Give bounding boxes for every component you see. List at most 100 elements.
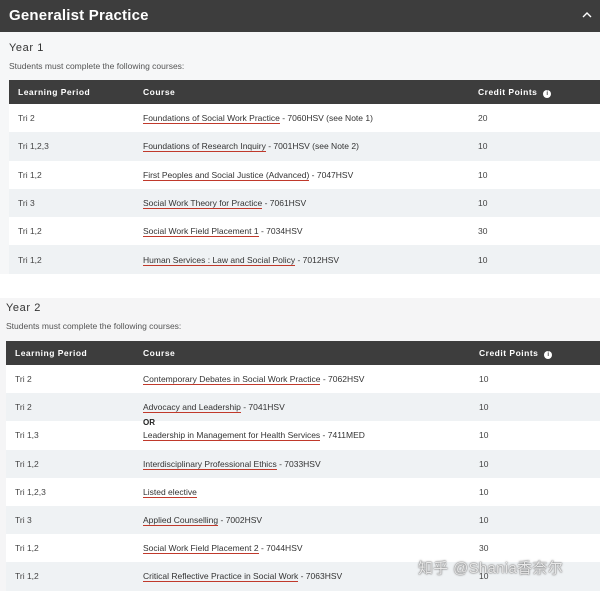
credit-points-cell: 10 [468, 365, 600, 394]
course-name: First Peoples and Social Justice (Advanc… [143, 169, 310, 181]
credit-points-cell: 10 [468, 477, 600, 506]
course-link[interactable]: First Peoples and Social Justice (Advanc… [143, 169, 354, 181]
course-link[interactable]: Social Work Field Placement 2 - 7044HSV [143, 543, 303, 555]
header-course: Course [135, 80, 470, 104]
course-cell: Leadership in Management for Health Serv… [132, 421, 468, 450]
course-code: - 7062HSV [320, 374, 365, 385]
course-cell: Interdisciplinary Professional Ethics - … [132, 449, 468, 478]
table-header-row: Learning Period Course Credit Points i [9, 80, 600, 104]
course-code: - 7041HSV [240, 402, 285, 413]
table-header-row: Learning Period Course Credit Points i [6, 341, 600, 365]
learning-period-cell: Tri 2 [9, 104, 135, 133]
course-cell: Contemporary Debates in Social Work Prac… [132, 365, 468, 394]
course-cell: Listed elective [132, 477, 468, 506]
table-row: Tri 2 Contemporary Debates in Social Work… [6, 365, 600, 394]
course-name: Social Work Theory for Practice [143, 198, 263, 210]
year-2-intro: Students must complete the following cou… [6, 321, 182, 331]
course-link[interactable]: Applied Counselling - 7002HSV [143, 515, 263, 527]
or-separator: OR [143, 418, 155, 427]
course-link[interactable]: Listed elective [143, 486, 197, 498]
learning-period-cell: Tri 1,2 [9, 160, 135, 189]
table-row: Tri 2 Foundations of Social Work Practice… [9, 104, 600, 133]
course-cell: Social Work Theory for Practice - 7061HS… [135, 188, 470, 218]
course-code: - 7063HSV [298, 571, 343, 582]
credit-points-cell: 10 [470, 132, 600, 161]
table-row: Tri 1,2 Social Work Field Placement 1 - 7… [9, 217, 600, 246]
learning-period-cell: Tri 2 [6, 393, 132, 422]
course-name: Advocacy and Leadership [143, 402, 241, 414]
learning-period-cell: Tri 2 [6, 365, 132, 394]
year-1-title: Year 1 [9, 42, 44, 54]
course-name: Social Work Field Placement 2 [143, 543, 259, 555]
learning-period-cell: Tri 1,2 [6, 534, 132, 563]
learning-period-cell: Tri 3 [9, 188, 135, 218]
chevron-up-icon[interactable] [582, 10, 592, 20]
accordion-header[interactable]: Generalist Practice [0, 0, 600, 32]
learning-period-cell: Tri 1,2,3 [9, 132, 135, 161]
credit-points-cell: 10 [468, 449, 600, 478]
course-name: Leadership in Management for Health Serv… [143, 430, 321, 442]
header-credit-points: Credit Points i [470, 80, 600, 104]
course-code: - 7033HSV [276, 458, 321, 469]
table-row: Tri 1,2 First Peoples and Social Justice … [9, 160, 600, 189]
course-link[interactable]: Social Work Field Placement 1 - 7034HSV [143, 226, 303, 238]
header-credit-points-label: Credit Points [479, 347, 539, 358]
course-cell: Foundations of Research Inquiry - 7001HS… [135, 132, 470, 161]
header-learning-period: Learning Period [6, 341, 132, 365]
year-1-intro: Students must complete the following cou… [9, 61, 185, 71]
course-cell: Social Work Field Placement 1 - 7034HSV [135, 217, 470, 246]
course-code: - 7411MED [320, 430, 365, 441]
learning-period-cell: Tri 1,2 [9, 245, 135, 274]
learning-period-cell: Tri 1,2 [9, 217, 135, 246]
course-name: Foundations of Research Inquiry [143, 141, 266, 153]
course-name: Foundations of Social Work Practice [143, 113, 280, 125]
course-link[interactable]: Critical Reflective Practice in Social W… [143, 571, 343, 583]
credit-points-cell: 20 [470, 104, 600, 133]
course-link[interactable]: Foundations of Social Work Practice - 70… [143, 113, 373, 125]
course-cell: Advocacy and Leadership - 7041HSV [132, 393, 468, 422]
course-code: - 7012HSV [295, 254, 340, 265]
header-credit-points: Credit Points i [468, 341, 600, 365]
course-code: - 7061HSV [262, 198, 307, 209]
credit-points-cell: 10 [470, 188, 600, 218]
year-1-course-table: Learning Period Course Credit Points i Tr… [9, 80, 600, 274]
learning-period-cell: Tri 1,2 [6, 562, 132, 591]
course-name: Social Work Field Placement 1 [143, 226, 259, 238]
course-name: Human Services : Law and Social Policy [143, 254, 296, 266]
course-cell: First Peoples and Social Justice (Advanc… [135, 160, 470, 189]
page-title: Generalist Practice [9, 7, 149, 24]
table-row: Tri 1,2 Human Services : Law and Social P… [9, 245, 600, 274]
course-name: Listed elective [143, 486, 197, 498]
course-code: - 7060HSV (see Note 1) [279, 113, 373, 124]
table-row: Tri 1,2,3 Listed elective 10 [6, 477, 600, 506]
watermark: 知乎 @Shania香奈尔 [418, 560, 564, 577]
course-name: Contemporary Debates in Social Work Prac… [143, 374, 321, 386]
course-link[interactable]: Foundations of Research Inquiry - 7001HS… [143, 141, 359, 153]
course-link[interactable]: Interdisciplinary Professional Ethics - … [143, 458, 321, 470]
course-link[interactable]: Contemporary Debates in Social Work Prac… [143, 374, 365, 386]
table-row: Tri 2 Advocacy and Leadership - 7041HSV 10 [6, 393, 600, 422]
course-link[interactable]: Social Work Theory for Practice - 7061HS… [143, 198, 307, 210]
table-row: Tri 3 Applied Counselling - 7002HSV 10 [6, 505, 600, 535]
table-row: Tri 1,3 Leadership in Management for Heal… [6, 421, 600, 450]
course-link[interactable]: Advocacy and Leadership - 7041HSV [143, 402, 285, 414]
learning-period-cell: Tri 1,3 [6, 421, 132, 450]
year-2-title: Year 2 [6, 302, 41, 314]
course-code: - 7002HSV [218, 515, 263, 526]
course-link[interactable]: Leadership in Management for Health Serv… [143, 430, 365, 442]
credit-points-cell: 30 [470, 217, 600, 246]
course-cell: Foundations of Social Work Practice - 70… [135, 104, 470, 133]
header-credit-points-label: Credit Points [478, 86, 538, 97]
course-code: - 7001HSV (see Note 2) [265, 141, 359, 152]
course-code: - 7047HSV [309, 169, 354, 180]
info-icon[interactable]: i [543, 89, 552, 98]
info-icon[interactable]: i [544, 350, 553, 359]
learning-period-cell: Tri 3 [6, 505, 132, 535]
learning-period-cell: Tri 1,2 [6, 449, 132, 478]
course-link[interactable]: Human Services : Law and Social Policy -… [143, 254, 340, 266]
learning-period-cell: Tri 1,2,3 [6, 477, 132, 506]
table-row: Tri 1,2 Interdisciplinary Professional Et… [6, 449, 600, 478]
course-name: Applied Counselling [143, 515, 219, 527]
credit-points-cell: 10 [470, 245, 600, 274]
course-cell: Human Services : Law and Social Policy -… [135, 245, 470, 274]
